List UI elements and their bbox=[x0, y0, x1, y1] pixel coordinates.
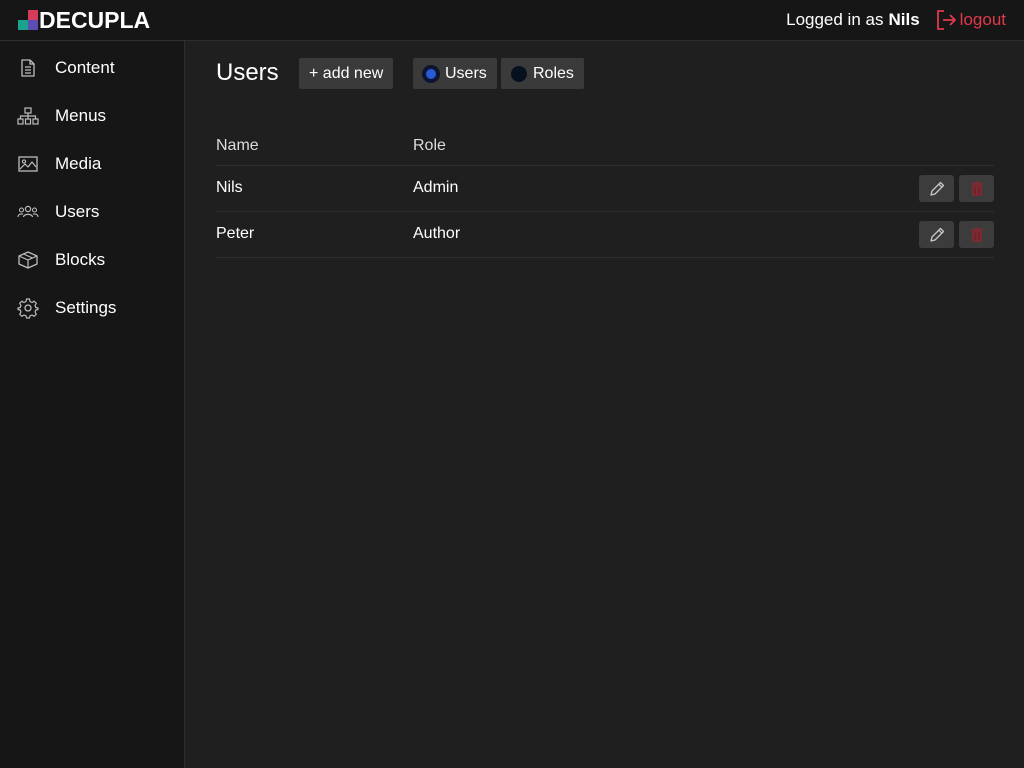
column-header-name: Name bbox=[216, 137, 259, 154]
user-area: Logged in as Nils logout bbox=[786, 8, 1006, 32]
user-role-cell: Admin bbox=[413, 179, 459, 196]
add-new-button[interactable]: + add new bbox=[299, 58, 394, 89]
column-header-role: Role bbox=[413, 137, 446, 154]
logged-in-label: Logged in as bbox=[786, 10, 884, 29]
image-icon bbox=[17, 153, 39, 175]
table-row: Peter Author bbox=[216, 212, 994, 258]
sidebar-item-label: Content bbox=[55, 58, 115, 77]
table-header: Name Role bbox=[216, 131, 994, 166]
user-name-cell: Peter bbox=[216, 225, 255, 242]
gear-icon bbox=[17, 297, 39, 319]
sitemap-icon bbox=[17, 105, 39, 127]
delete-button[interactable] bbox=[959, 221, 994, 248]
sidebar-item-media[interactable]: Media bbox=[0, 144, 184, 184]
top-bar: DECUPLA Logged in as Nils logout bbox=[0, 0, 1024, 41]
radio-unselected-icon bbox=[511, 65, 527, 82]
delete-icon bbox=[970, 181, 983, 196]
user-name-cell: Nils bbox=[216, 179, 243, 196]
radio-selected-icon bbox=[423, 65, 439, 82]
logo-text: DECUPLA bbox=[39, 7, 151, 33]
edit-button[interactable] bbox=[919, 221, 954, 248]
sidebar-item-label: Blocks bbox=[55, 250, 106, 269]
main-content: Users + add new Users Roles Name Role Ni… bbox=[186, 41, 1024, 768]
users-icon bbox=[17, 201, 39, 223]
edit-icon bbox=[929, 181, 944, 196]
user-role-cell: Author bbox=[413, 225, 461, 242]
logged-in-user-name: Nils bbox=[888, 10, 920, 29]
cube-icon bbox=[17, 249, 39, 271]
sidebar-item-menus[interactable]: Menus bbox=[0, 96, 184, 136]
table-row: Nils Admin bbox=[216, 166, 994, 212]
delete-button[interactable] bbox=[959, 175, 994, 202]
edit-icon bbox=[929, 227, 944, 242]
sidebar-item-users[interactable]: Users bbox=[0, 192, 184, 232]
logout-link[interactable]: logout bbox=[935, 8, 1006, 32]
logo[interactable]: DECUPLA bbox=[18, 7, 151, 33]
document-icon bbox=[17, 57, 39, 79]
view-toggle-roles[interactable]: Roles bbox=[501, 58, 584, 89]
row-actions bbox=[914, 221, 994, 248]
view-toggle-label: Users bbox=[445, 64, 487, 82]
sidebar-item-label: Menus bbox=[55, 106, 107, 125]
page-title: Users bbox=[216, 59, 279, 86]
sidebar-item-content[interactable]: Content bbox=[0, 48, 184, 88]
logo-mark bbox=[18, 10, 38, 30]
sidebar-item-blocks[interactable]: Blocks bbox=[0, 240, 184, 280]
sidebar-item-settings[interactable]: Settings bbox=[0, 288, 184, 328]
logout-icon bbox=[936, 10, 956, 30]
sidebar: Content Menus Media Users Blocks Setting… bbox=[0, 41, 185, 768]
users-table: Name Role Nils Admin Peter Author bbox=[216, 131, 994, 258]
row-actions bbox=[914, 175, 994, 202]
sidebar-item-label: Settings bbox=[55, 298, 117, 317]
sidebar-item-label: Media bbox=[55, 154, 102, 173]
sidebar-item-label: Users bbox=[55, 202, 100, 221]
view-toggle-users[interactable]: Users bbox=[413, 58, 497, 89]
logout-label: logout bbox=[959, 10, 1006, 29]
view-toggle-label: Roles bbox=[533, 64, 574, 82]
edit-button[interactable] bbox=[919, 175, 954, 202]
delete-icon bbox=[970, 227, 983, 242]
